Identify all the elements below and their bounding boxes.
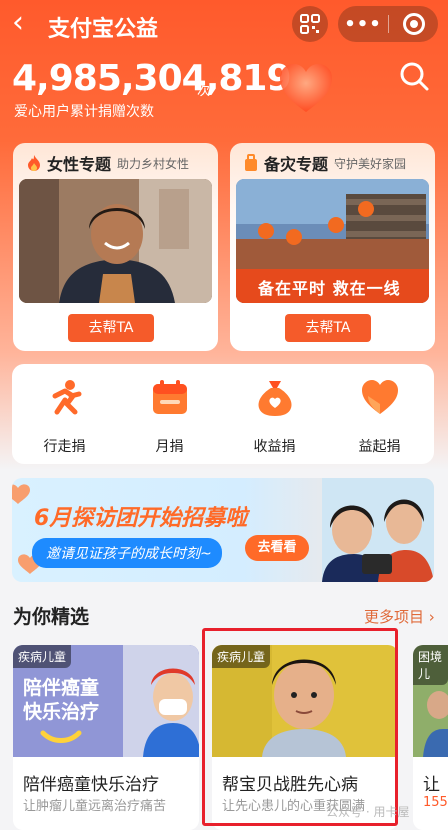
topic-title: 女性专题 bbox=[47, 155, 112, 174]
close-mini-program-button[interactable] bbox=[389, 13, 438, 35]
project-image-text: 快乐治疗 bbox=[23, 701, 100, 723]
project-tag: 困境儿 bbox=[413, 645, 448, 685]
scan-button[interactable] bbox=[292, 6, 328, 42]
help-button[interactable]: 去帮TA bbox=[285, 314, 371, 342]
quick-action-monthly[interactable]: 月捐 bbox=[117, 364, 222, 464]
mini-program-capsule: ••• bbox=[338, 6, 438, 42]
quick-action-label: 收益捐 bbox=[253, 439, 296, 455]
project-card[interactable]: 陪伴癌童 快乐治疗 疾病儿童 陪伴癌童快乐治疗 让肿瘤儿童远离治疗痛苦 bbox=[13, 645, 199, 830]
project-image: 困境儿 bbox=[413, 645, 448, 757]
quick-action-label: 行走捐 bbox=[43, 439, 86, 455]
topic-image-caption: 备在平时 救在一线 bbox=[258, 279, 401, 298]
project-card[interactable]: 困境儿 让 155 bbox=[413, 645, 448, 830]
donation-count: 4,985,304,819 bbox=[12, 58, 292, 99]
heart-decoration-icon bbox=[280, 64, 332, 112]
quick-action-earnings[interactable]: 收益捐 bbox=[222, 364, 327, 464]
topic-card-women[interactable]: 女性专题 助力乡村女性 去帮TA bbox=[13, 143, 218, 351]
project-name: 让 bbox=[423, 775, 440, 795]
banner-subtitle: 邀请见证孩子的成长时刻~ bbox=[32, 538, 222, 568]
more-projects-link[interactable]: 更多项目 › bbox=[364, 606, 435, 627]
flame-icon bbox=[28, 155, 40, 171]
heart-icon bbox=[362, 380, 398, 414]
calendar-icon bbox=[153, 380, 187, 414]
bag-icon bbox=[245, 154, 257, 171]
quick-action-walk[interactable]: 行走捐 bbox=[12, 364, 117, 464]
back-icon[interactable]: ‹ bbox=[12, 8, 24, 38]
banner-title: 6月探访团开始招募啦 bbox=[34, 506, 248, 531]
promo-banner[interactable]: 6月探访团开始招募啦 邀请见证孩子的成长时刻~ 去看看 bbox=[12, 478, 434, 582]
donation-count-unit: 次 bbox=[197, 84, 211, 99]
topic-header: 女性专题 助力乡村女性 bbox=[25, 151, 189, 175]
project-description: 让肿瘤儿童远离治疗痛苦 bbox=[23, 799, 167, 814]
project-tag: 疾病儿童 bbox=[13, 645, 72, 668]
quick-action-together[interactable]: 益起捐 bbox=[327, 364, 432, 464]
topic-subtitle: 守护美好家园 bbox=[334, 156, 407, 171]
topic-title: 备灾专题 bbox=[264, 155, 329, 174]
project-description: 155 bbox=[423, 795, 448, 810]
donation-count-label: 爱心用户累计捐赠次数 bbox=[14, 104, 154, 120]
topic-card-disaster[interactable]: 备灾专题 守护美好家园 备在平时 救在一线 去帮TA bbox=[230, 143, 435, 351]
topic-image-rescue: 备在平时 救在一线 bbox=[236, 179, 429, 303]
topic-image-woman bbox=[19, 179, 212, 303]
nav-bar: ‹ 支付宝公益 ••• bbox=[0, 0, 448, 50]
quick-action-label: 月捐 bbox=[155, 439, 184, 455]
help-button[interactable]: 去帮TA bbox=[68, 314, 154, 342]
target-icon bbox=[402, 13, 425, 35]
project-name: 陪伴癌童快乐治疗 bbox=[23, 775, 159, 795]
running-icon bbox=[52, 380, 82, 415]
quick-actions-panel: 行走捐 月捐 收益捐 益起捐 bbox=[12, 364, 434, 464]
project-image: 陪伴癌童 快乐治疗 疾病儿童 bbox=[13, 645, 199, 757]
banner-button[interactable]: 去看看 bbox=[245, 535, 309, 561]
more-projects-label: 更多项目 bbox=[364, 608, 425, 626]
money-bag-icon bbox=[258, 381, 292, 416]
chevron-right-icon: › bbox=[428, 608, 435, 626]
topic-header: 备灾专题 守护美好家园 bbox=[242, 151, 406, 175]
project-image-text: 陪伴癌童 bbox=[23, 677, 100, 699]
more-options-icon[interactable]: ••• bbox=[338, 14, 388, 35]
quick-action-label: 益起捐 bbox=[358, 439, 401, 455]
section-title: 为你精选 bbox=[13, 606, 90, 628]
watermark: 公众号 · 用卡屋 bbox=[326, 805, 410, 819]
topic-subtitle: 助力乡村女性 bbox=[117, 156, 190, 171]
page-title: 支付宝公益 bbox=[48, 17, 159, 42]
qr-scan-icon bbox=[300, 14, 320, 34]
highlight-annotation-box bbox=[202, 628, 398, 826]
search-icon[interactable] bbox=[398, 60, 430, 92]
